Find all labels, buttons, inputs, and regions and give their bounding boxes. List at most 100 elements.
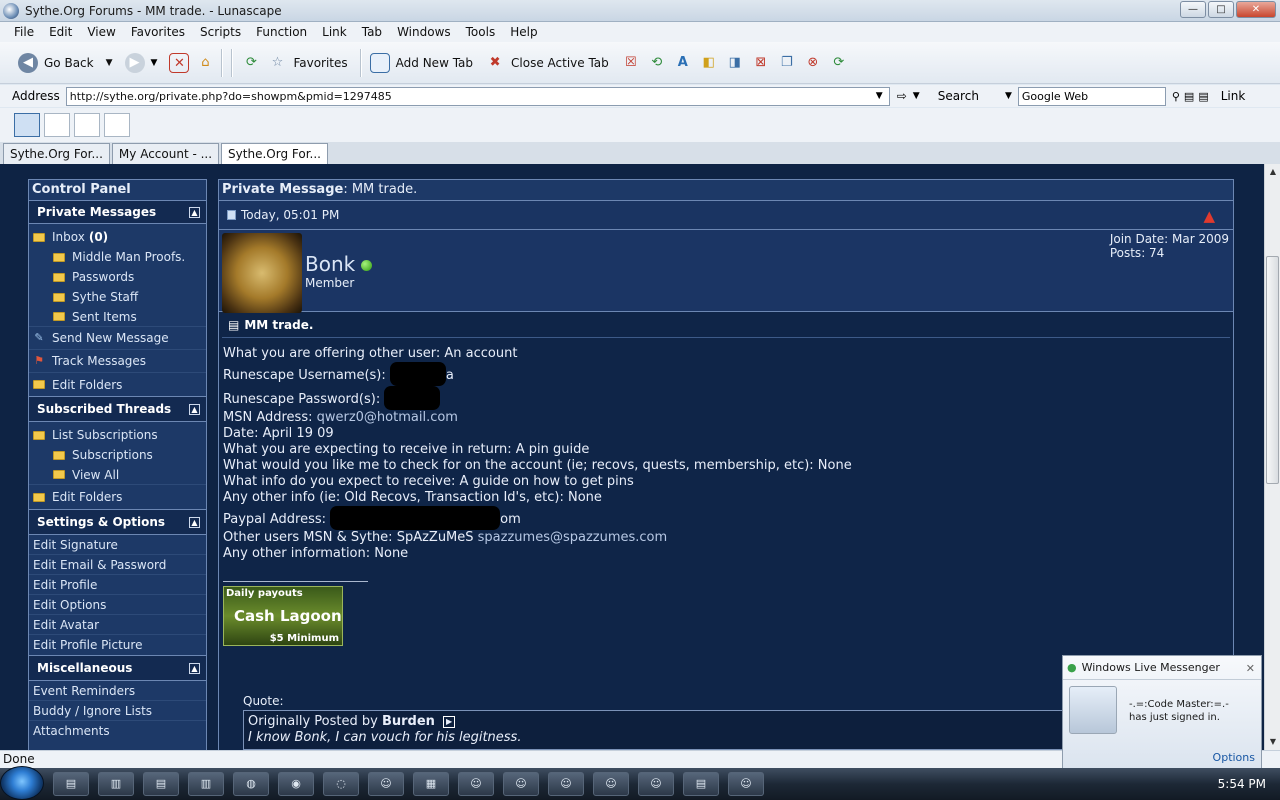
search-icon[interactable]: ⚲ — [1172, 90, 1180, 103]
page-icon[interactable]: ▤ — [1198, 90, 1208, 103]
sidebar-item-edit-folders-pm[interactable]: Edit Folders — [29, 373, 206, 396]
link-label[interactable]: Link — [1221, 89, 1246, 103]
sidebar-item-sent-items[interactable]: Sent Items — [29, 307, 206, 327]
chevron-down-icon[interactable]: ▼ — [913, 91, 920, 101]
tool-icon[interactable]: ◧ — [699, 53, 719, 73]
reload-icon[interactable]: ⟳ — [829, 53, 849, 73]
messenger-notification[interactable]: ● Windows Live Messenger ✕ -.=:Code Mast… — [1062, 655, 1262, 769]
tool-icon[interactable]: ◨ — [725, 53, 745, 73]
close-all-icon[interactable]: ⊗ — [803, 53, 823, 73]
three-pane-layout-button[interactable] — [74, 113, 100, 137]
sidebar-item-track-messages[interactable]: ⚑ Track Messages — [29, 350, 206, 373]
go-arrow-icon[interactable]: ⇨ — [897, 89, 907, 103]
taskbar-app-icon[interactable]: ◍ — [233, 772, 269, 796]
taskbar-messenger-icon[interactable]: ☺ — [458, 772, 494, 796]
close-other-tabs-icon[interactable]: ☒ — [621, 53, 641, 73]
go-back-button[interactable]: ◀ Go Back ▼ — [18, 52, 113, 73]
report-warning-icon[interactable]: ▲ — [1203, 207, 1215, 225]
sidebar-item-sythe-staff[interactable]: Sythe Staff — [29, 287, 206, 307]
menu-tab[interactable]: Tab — [362, 25, 382, 39]
tile-windows-icon[interactable]: ❐ — [777, 53, 797, 73]
menu-windows[interactable]: Windows — [397, 25, 451, 39]
favorites-button[interactable]: ☆ Favorites — [267, 53, 348, 73]
messenger-options-link[interactable]: Options — [1213, 751, 1255, 764]
scrollbar-thumb[interactable] — [1266, 256, 1279, 484]
taskbar-app-icon[interactable]: ▥ — [98, 772, 134, 796]
taskbar-messenger-icon[interactable]: ☺ — [638, 772, 674, 796]
address-input[interactable]: http://sythe.org/private.php?do=showpm&p… — [65, 86, 890, 106]
taskbar-app-icon[interactable]: ▤ — [143, 772, 179, 796]
list-layout-button[interactable] — [104, 113, 130, 137]
stop-icon[interactable]: ✕ — [169, 52, 190, 73]
font-size-icon[interactable]: A — [673, 53, 693, 73]
taskbar-browser-icon[interactable]: ◉ — [278, 772, 314, 796]
taskbar-app-icon[interactable]: ◌ — [323, 772, 359, 796]
cash-lagoon-banner[interactable]: Daily payouts Cash Lagoon $5 Minimum — [223, 586, 343, 646]
username[interactable]: Bonk — [305, 252, 373, 276]
sidebar-item-send-new-message[interactable]: ✎ Send New Message — [29, 327, 206, 350]
taskbar-messenger-icon[interactable]: ☺ — [728, 772, 764, 796]
taskbar-app-icon[interactable]: ▥ — [188, 772, 224, 796]
taskbar-app-icon[interactable]: ▦ — [413, 772, 449, 796]
start-orb-icon[interactable] — [0, 766, 44, 800]
close-active-tab-button[interactable]: ✖ Close Active Tab — [485, 53, 609, 73]
menu-tools[interactable]: Tools — [466, 25, 496, 39]
view-post-icon[interactable]: ▶ — [443, 715, 456, 728]
taskbar-messenger-icon[interactable]: ☺ — [593, 772, 629, 796]
sidebar-item-list-subscriptions[interactable]: List Subscriptions — [29, 425, 206, 445]
refresh-icon[interactable]: ⟳ — [241, 53, 261, 73]
scroll-up-arrow-icon[interactable]: ▲ — [1265, 164, 1280, 180]
menu-view[interactable]: View — [87, 25, 115, 39]
sidebar-item-edit-folders-subs[interactable]: Edit Folders — [29, 485, 206, 509]
sidebar-item-edit-email-password[interactable]: Edit Email & Password — [29, 555, 206, 575]
home-icon[interactable]: ⌂ — [195, 53, 215, 73]
clock[interactable]: 5:54 PM — [1218, 777, 1266, 791]
vertical-scrollbar[interactable]: ▲ ▼ — [1264, 164, 1280, 750]
single-pane-layout-button[interactable] — [14, 113, 40, 137]
close-window-button[interactable]: ✕ — [1236, 1, 1276, 18]
tab-my-account[interactable]: My Account - ... — [111, 143, 220, 164]
sidebar-item-passwords[interactable]: Passwords — [29, 267, 206, 287]
minimize-button[interactable]: — — [1180, 1, 1206, 18]
taskbar-app-icon[interactable]: ▤ — [683, 772, 719, 796]
taskbar-messenger-icon[interactable]: ☺ — [548, 772, 584, 796]
taskbar-messenger-icon[interactable]: ☺ — [503, 772, 539, 796]
collapse-icon[interactable]: ▲ — [189, 662, 200, 674]
msn-email-link[interactable]: qwerz0@hotmail.com — [317, 410, 458, 425]
menu-function[interactable]: Function — [256, 25, 307, 39]
chevron-down-icon[interactable]: ▼ — [151, 58, 158, 68]
menu-file[interactable]: File — [14, 25, 34, 39]
sidebar-item-subscriptions[interactable]: Subscriptions — [29, 445, 206, 465]
lunascape-app-icon[interactable] — [3, 2, 19, 19]
sidebar-item-edit-profile-picture[interactable]: Edit Profile Picture — [29, 635, 206, 655]
sidebar-item-edit-profile[interactable]: Edit Profile — [29, 575, 206, 595]
sidebar-item-edit-signature[interactable]: Edit Signature — [29, 535, 206, 555]
email-link[interactable]: spazzumes@spazzumes.com — [478, 530, 668, 545]
close-window-icon[interactable]: ⊠ — [751, 53, 771, 73]
sidebar-item-middle-man-proofs[interactable]: Middle Man Proofs. — [29, 247, 206, 267]
collapse-icon[interactable]: ▲ — [189, 206, 200, 218]
sidebar-item-inbox[interactable]: Inbox (0) — [29, 227, 206, 247]
sidebar-item-edit-options[interactable]: Edit Options — [29, 595, 206, 615]
menu-edit[interactable]: Edit — [49, 25, 72, 39]
tab-sythe-forums-1[interactable]: Sythe.Org For... — [3, 143, 110, 164]
close-icon[interactable]: ✕ — [1246, 662, 1255, 675]
sidebar-item-buddy-ignore[interactable]: Buddy / Ignore Lists — [29, 701, 206, 721]
scroll-down-arrow-icon[interactable]: ▼ — [1265, 734, 1280, 750]
address-dropdown-icon[interactable]: ▼ — [876, 91, 883, 101]
avatar[interactable] — [222, 233, 302, 313]
refresh-all-icon[interactable]: ⟲ — [647, 53, 667, 73]
tab-sythe-forums-active[interactable]: Sythe.Org For... — [221, 143, 328, 164]
add-new-tab-button[interactable]: Add New Tab — [369, 52, 473, 73]
taskbar-app-icon[interactable]: ▤ — [53, 772, 89, 796]
forward-arrow-icon[interactable]: ▶ — [124, 52, 145, 73]
menu-scripts[interactable]: Scripts — [200, 25, 241, 39]
collapse-icon[interactable]: ▲ — [189, 403, 200, 415]
menu-favorites[interactable]: Favorites — [131, 25, 185, 39]
search-engine-select[interactable]: Google Web — [1017, 86, 1166, 106]
split-pane-layout-button[interactable] — [44, 113, 70, 137]
page-icon[interactable]: ▤ — [1184, 90, 1194, 103]
control-panel-title[interactable]: Control Panel — [29, 180, 206, 200]
menu-help[interactable]: Help — [510, 25, 537, 39]
chevron-down-icon[interactable]: ▼ — [106, 58, 113, 68]
